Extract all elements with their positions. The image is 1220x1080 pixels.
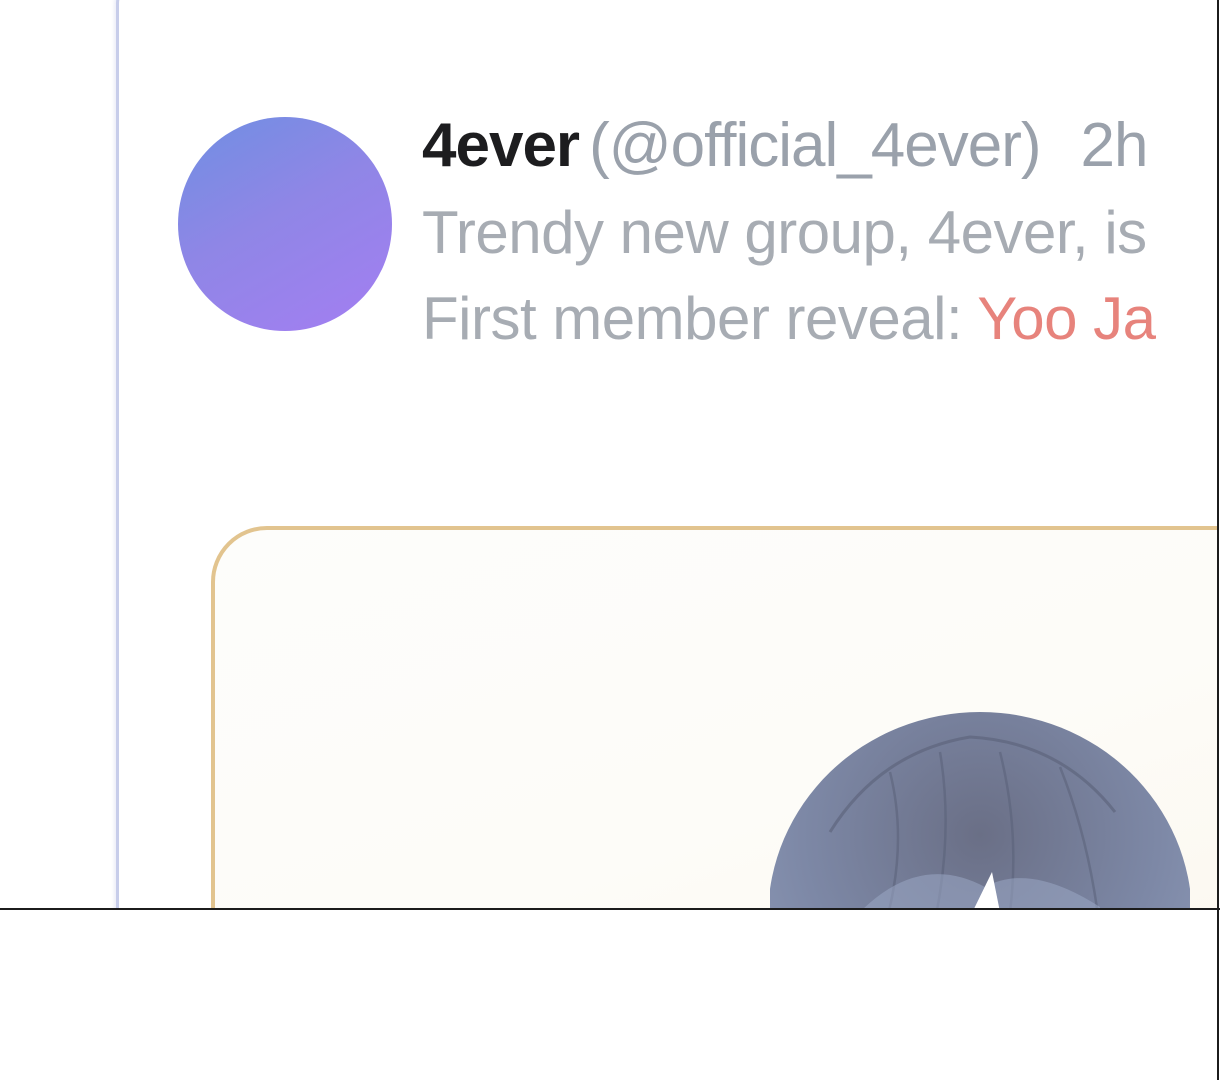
author-name[interactable]: 4ever xyxy=(422,111,580,180)
post-body: Trendy new group, 4ever, is First member… xyxy=(422,190,1156,362)
right-panel-border xyxy=(1217,0,1219,1080)
comic-frame: 4ever (@official_4ever) 2h Trendy new grou… xyxy=(0,0,1220,1080)
post-photo[interactable] xyxy=(211,526,1218,908)
post-timestamp: 2h xyxy=(1080,111,1148,180)
author-handle[interactable]: (@official_4ever) xyxy=(589,111,1041,180)
post-line-1: Trendy new group, 4ever, is xyxy=(422,199,1147,266)
author-avatar[interactable] xyxy=(178,117,392,331)
character-hair-image xyxy=(770,712,1190,908)
panel-divider xyxy=(0,908,1220,910)
post-line-2: First member reveal: Yoo Ja xyxy=(422,276,1156,362)
post-line-2-prefix: First member reveal: xyxy=(422,285,978,352)
post-panel: 4ever (@official_4ever) 2h Trendy new grou… xyxy=(0,0,1218,908)
member-name-highlight[interactable]: Yoo Ja xyxy=(977,285,1156,352)
post-header: 4ever (@official_4ever) 2h xyxy=(422,106,1148,186)
